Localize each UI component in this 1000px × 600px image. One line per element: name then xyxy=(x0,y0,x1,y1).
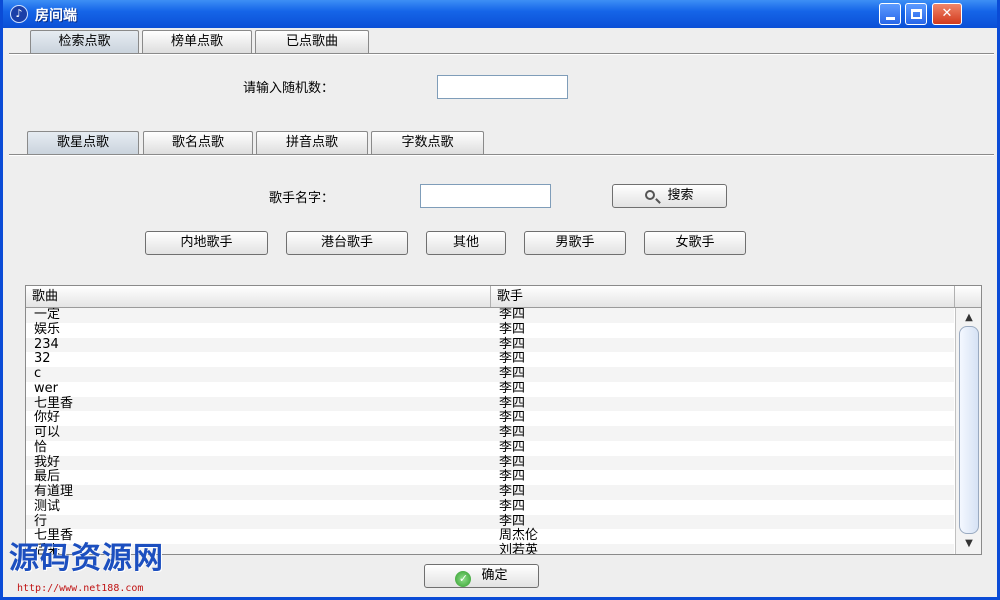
watermark-url: http://www.net188.com xyxy=(17,583,144,594)
random-number-input[interactable] xyxy=(437,75,568,99)
singer-cell: 李四 xyxy=(499,395,526,411)
table-row[interactable]: 我好 李四 xyxy=(26,454,954,471)
mainland-singers-button[interactable]: 内地歌手 xyxy=(145,231,268,255)
song-cell: wer xyxy=(34,380,58,396)
tab-by-char-count[interactable]: 字数点歌 xyxy=(371,131,484,155)
table-body: 一定 李四 娱乐 李四 234 李四 32 李四 c 李四 wer 李四 七里香 李四 你好李… xyxy=(26,308,954,554)
table-row[interactable]: 32 李四 xyxy=(26,351,954,367)
singer-cell: 刘若英 xyxy=(499,543,539,554)
singer-cell: 李四 xyxy=(499,336,526,352)
singer-cell: 李四 xyxy=(499,439,526,455)
tab-chart-songs[interactable]: 榜单点歌 xyxy=(142,30,252,54)
title-bar[interactable]: ♪ 房间端 ✕ xyxy=(3,0,997,28)
song-cell: c xyxy=(34,366,42,381)
singer-cell: 李四 xyxy=(499,380,526,396)
close-icon: ✕ xyxy=(941,6,953,21)
search-icon xyxy=(645,190,656,200)
song-cell: 测试 xyxy=(34,498,61,514)
search-button[interactable]: 搜索 xyxy=(612,184,727,208)
table-row[interactable]: 一定 李四 xyxy=(26,308,954,323)
singer-cell: 李四 xyxy=(499,308,526,322)
close-button[interactable]: ✕ xyxy=(932,3,962,25)
table-scrollbar[interactable]: ▲ ▼ xyxy=(955,308,981,554)
table-row[interactable]: 你好 李四 xyxy=(26,410,954,426)
singer-cell: 周杰伦 xyxy=(499,528,539,544)
table-row[interactable]: 可以 李四 xyxy=(26,425,954,441)
minimize-button[interactable] xyxy=(879,3,901,25)
song-cell: 你好 xyxy=(34,410,61,426)
song-cell: 234 xyxy=(34,336,59,352)
confirm-button[interactable]: ✓ 确定 xyxy=(424,564,539,588)
table-row[interactable]: 娱乐 李四 xyxy=(26,321,954,338)
column-header-song[interactable]: 歌曲 xyxy=(26,286,491,307)
table-row[interactable]: c 李四 xyxy=(26,366,954,382)
female-singers-button[interactable]: 女歌手 xyxy=(644,231,746,255)
tab-by-singer[interactable]: 歌星点歌 xyxy=(27,131,139,155)
table-row[interactable]: wer 李四 xyxy=(26,380,954,397)
table-row[interactable]: 后来 刘若英 xyxy=(26,543,954,554)
singer-cell: 李四 xyxy=(499,425,526,440)
maximize-icon xyxy=(911,9,922,19)
song-cell: 行 xyxy=(34,513,48,529)
column-header-singer[interactable]: 歌手 xyxy=(491,286,955,307)
table-row[interactable]: 七里香 周杰伦 xyxy=(26,528,954,544)
minimize-icon xyxy=(886,17,895,20)
window-title: 房间端 xyxy=(35,8,77,24)
singer-cell: 李四 xyxy=(499,513,526,529)
male-singers-button[interactable]: 男歌手 xyxy=(524,231,626,255)
singer-cell: 李四 xyxy=(499,484,526,499)
watermark-text: 源码资源网 xyxy=(9,541,164,576)
song-cell: 恰 xyxy=(34,439,48,455)
singer-cell: 李四 xyxy=(499,410,526,426)
song-cell: 最后 xyxy=(34,469,61,485)
tab-by-pinyin[interactable]: 拼音点歌 xyxy=(256,131,368,155)
singer-name-input[interactable] xyxy=(420,184,551,208)
singer-cell: 李四 xyxy=(499,366,526,381)
song-cell: 有道理 xyxy=(34,484,74,499)
app-window: ♪ 房间端 ✕ 检索点歌 榜单点歌 已点歌曲 请输入随机数： 歌星点歌 歌名点歌… xyxy=(0,0,1000,600)
tab-ordered-songs[interactable]: 已点歌曲 xyxy=(255,30,369,54)
main-tab-divider xyxy=(9,53,994,55)
song-cell: 一定 xyxy=(34,308,61,322)
singer-cell: 李四 xyxy=(499,469,526,485)
scroll-down-arrow-icon[interactable]: ▼ xyxy=(959,536,979,552)
tab-search-songs[interactable]: 检索点歌 xyxy=(30,30,139,54)
singer-cell: 李四 xyxy=(499,498,526,514)
singer-name-label: 歌手名字： xyxy=(269,191,335,206)
song-cell: 我好 xyxy=(34,454,61,470)
song-cell: 可以 xyxy=(34,425,61,440)
table-row[interactable]: 234 李四 xyxy=(26,336,954,353)
table-row[interactable]: 测试 李四 xyxy=(26,498,954,515)
singer-cell: 李四 xyxy=(499,454,526,470)
confirm-button-label: 确定 xyxy=(481,568,508,583)
random-number-label: 请输入随机数： xyxy=(243,81,335,96)
search-button-label: 搜索 xyxy=(667,188,694,203)
table-row[interactable]: 恰 李四 xyxy=(26,439,954,456)
hk-taiwan-singers-button[interactable]: 港台歌手 xyxy=(286,231,408,255)
scroll-thumb[interactable] xyxy=(959,326,979,534)
singer-cell: 李四 xyxy=(499,321,526,337)
tab-by-song-name[interactable]: 歌名点歌 xyxy=(143,131,253,155)
singer-cell: 李四 xyxy=(499,351,526,367)
table-row[interactable]: 最后 李四 xyxy=(26,469,954,485)
table-row[interactable]: 有道理 李四 xyxy=(26,484,954,500)
song-cell: 七里香 xyxy=(34,395,74,411)
song-cell: 32 xyxy=(34,351,51,367)
sub-tab-divider xyxy=(9,154,994,156)
song-table[interactable]: 歌曲 歌手 一定 李四 娱乐 李四 234 李四 32 李四 c 李四 wer 李四 七里香… xyxy=(25,285,982,555)
table-row[interactable]: 七里香 李四 xyxy=(26,395,954,412)
music-note-icon: ♪ xyxy=(10,5,28,23)
table-row[interactable]: 行 李四 xyxy=(26,513,954,530)
scroll-up-arrow-icon[interactable]: ▲ xyxy=(959,310,979,326)
other-singers-button[interactable]: 其他 xyxy=(426,231,506,255)
maximize-button[interactable] xyxy=(905,3,927,25)
table-header: 歌曲 歌手 xyxy=(26,286,981,308)
song-cell: 娱乐 xyxy=(34,321,61,337)
checkmark-icon: ✓ xyxy=(455,571,472,587)
